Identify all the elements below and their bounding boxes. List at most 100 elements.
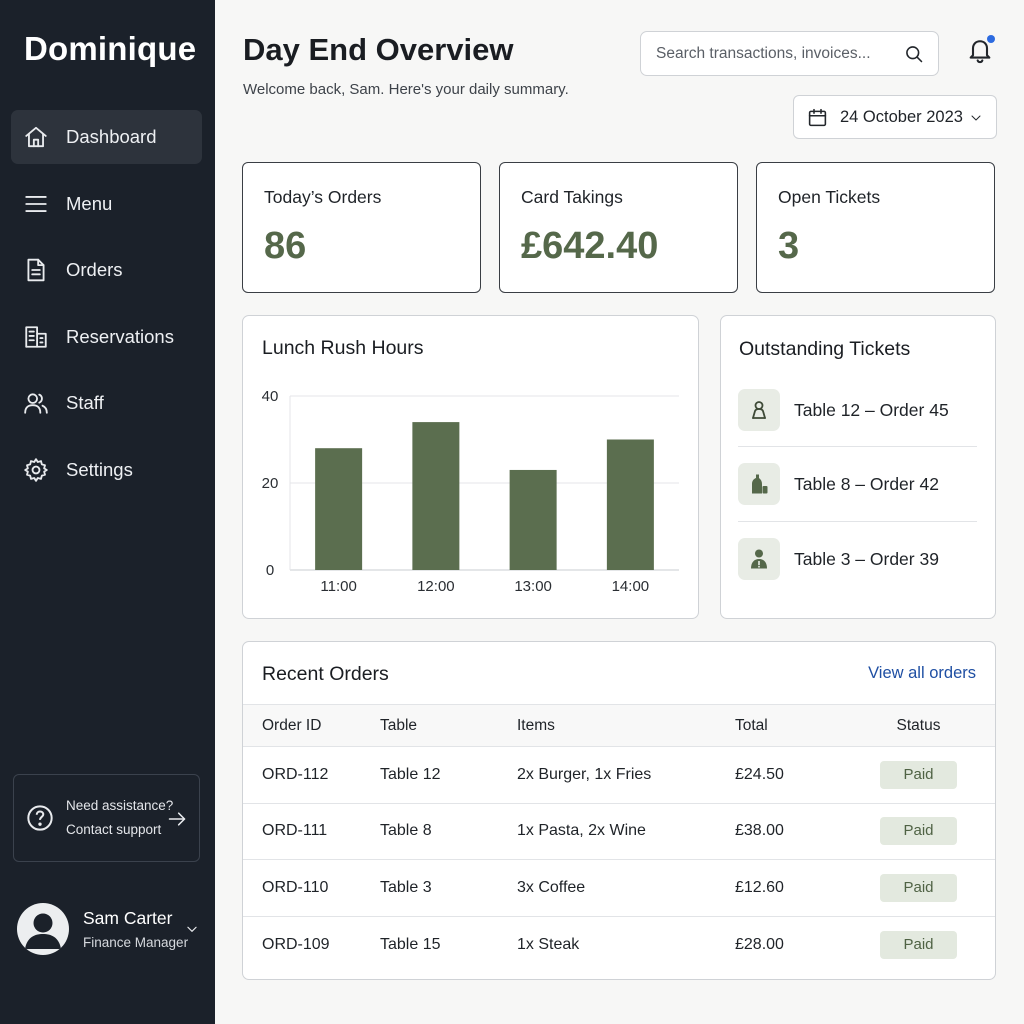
bottle-icon xyxy=(752,474,768,494)
table-row[interactable]: ORD-111 Table 8 1x Pasta, 2x Wine £38.00… xyxy=(243,803,995,860)
kpi-value: 86 xyxy=(264,225,307,267)
x-tick-label: 12:00 xyxy=(417,578,455,595)
sidebar-item-orders[interactable]: Orders xyxy=(11,243,202,297)
ticket-item[interactable]: Table 3 – Order 39 xyxy=(738,522,977,596)
person-alert-icon xyxy=(751,549,767,569)
search-icon[interactable] xyxy=(904,44,924,64)
column-header[interactable]: Status xyxy=(842,705,995,747)
kpi-card-orders: Today’s Orders 86 xyxy=(242,162,481,293)
sidebar-item-settings[interactable]: Settings xyxy=(11,443,202,497)
chevron-down-icon xyxy=(971,115,981,121)
lunch-rush-chart-panel: Lunch Rush Hours 0 20 40 11:00 12:00 13:00 14:… xyxy=(242,315,699,619)
date-picker[interactable]: 24 October 2023 xyxy=(793,95,997,139)
order-items: 2x Burger, 1x Fries xyxy=(517,765,652,783)
order-total: £38.00 xyxy=(735,822,784,840)
user-role: Finance Manager xyxy=(83,935,189,950)
recent-orders-panel: Recent Orders View all orders Order ID T… xyxy=(242,641,996,980)
column-header[interactable]: Order ID xyxy=(243,705,380,747)
menu-icon xyxy=(25,195,47,212)
table-header-row: Order ID Table Items Total Status xyxy=(243,704,995,747)
order-table: Table 8 xyxy=(380,822,432,840)
order-table: Table 12 xyxy=(380,765,441,783)
sidebar-item-label: Menu xyxy=(66,192,113,214)
sidebar-item-label: Settings xyxy=(66,458,133,480)
table-row[interactable]: ORD-110 Table 3 3x Coffee £12.60 Paid xyxy=(243,860,995,917)
sidebar-nav: Dashboard Menu Orders Reservations Staff… xyxy=(11,110,202,509)
column-header[interactable]: Table xyxy=(380,705,517,747)
sidebar-item-dashboard[interactable]: Dashboard xyxy=(11,110,202,164)
column-header[interactable]: Total xyxy=(735,705,842,747)
order-items: 1x Pasta, 2x Wine xyxy=(517,822,646,840)
column-header[interactable]: Items xyxy=(517,705,735,747)
y-tick-label: 20 xyxy=(262,475,279,492)
status-badge: Paid xyxy=(880,817,957,846)
sidebar-item-label: Dashboard xyxy=(66,126,157,147)
ticket-label: Table 12 – Order 45 xyxy=(794,399,949,420)
outstanding-tickets-panel: Outstanding Tickets Table 12 – Order 45 … xyxy=(720,315,996,619)
order-table: Table 3 xyxy=(380,878,432,896)
status-badge: Paid xyxy=(880,760,957,789)
brand-logo[interactable]: Dominique xyxy=(24,30,196,68)
bar xyxy=(315,448,363,570)
avatar xyxy=(17,903,69,955)
kpi-card-open-tickets: Open Tickets 3 xyxy=(756,162,995,293)
page-title: Day End Overview xyxy=(243,32,514,67)
kpi-label: Open Tickets xyxy=(778,187,881,207)
user-info: Sam Carter Finance Manager xyxy=(83,908,188,950)
order-status-cell: Paid xyxy=(842,803,995,860)
table-row[interactable]: ORD-112 Table 12 2x Burger, 1x Fries £24… xyxy=(243,747,995,804)
x-tick-label: 13:00 xyxy=(514,578,552,595)
person-icon xyxy=(752,401,766,419)
order-status-cell: Paid xyxy=(842,860,995,917)
kpi-value: £642.40 xyxy=(521,225,659,267)
ticket-icon-wrap xyxy=(738,389,780,431)
sidebar-item-reservations[interactable]: Reservations xyxy=(11,310,202,364)
user-name: Sam Carter xyxy=(83,908,173,928)
date-value: 24 October 2023 xyxy=(840,107,963,126)
ticket-item[interactable]: Table 12 – Order 45 xyxy=(738,373,977,447)
order-id: ORD-109 xyxy=(262,935,330,953)
order-status-cell: Paid xyxy=(842,916,995,973)
tickets-title: Outstanding Tickets xyxy=(739,338,911,360)
table-row[interactable]: ORD-109 Table 15 1x Steak £28.00 Paid xyxy=(243,916,995,973)
gear-icon xyxy=(24,457,48,482)
help-text: Need assistance? Contact support xyxy=(66,794,173,842)
ticket-label: Table 8 – Order 42 xyxy=(794,473,939,494)
order-total: £12.60 xyxy=(735,878,784,896)
bar xyxy=(606,439,654,570)
home-icon xyxy=(25,126,47,148)
ticket-icon-wrap xyxy=(738,463,780,505)
notification-dot xyxy=(987,35,995,43)
status-badge: Paid xyxy=(880,930,957,959)
sidebar-item-staff[interactable]: Staff xyxy=(11,376,202,430)
view-all-orders-link[interactable]: View all orders xyxy=(868,664,976,683)
kpi-label: Card Takings xyxy=(521,187,623,207)
ticket-item[interactable]: Table 8 – Order 42 xyxy=(738,447,977,521)
help-icon xyxy=(27,805,53,831)
sidebar-item-menu[interactable]: Menu xyxy=(11,177,202,231)
calendar-icon xyxy=(808,108,827,126)
user-profile[interactable]: Sam Carter Finance Manager xyxy=(17,898,207,960)
contact-support-button[interactable]: Need assistance? Contact support xyxy=(13,774,200,862)
arrow-right-icon xyxy=(168,812,186,826)
help-line-1: Need assistance? xyxy=(66,798,174,813)
document-icon xyxy=(27,258,45,282)
chevron-down-icon xyxy=(187,926,197,932)
order-id: ORD-110 xyxy=(262,878,329,896)
y-tick-label: 40 xyxy=(262,388,279,405)
order-id: ORD-111 xyxy=(262,822,328,840)
order-table: Table 15 xyxy=(380,935,441,953)
users-icon xyxy=(24,393,48,414)
help-line-2: Contact support xyxy=(66,822,162,837)
kpi-label: Today’s Orders xyxy=(264,187,382,207)
notifications-button[interactable] xyxy=(966,35,996,68)
bar-chart: 0 20 40 11:00 12:00 13:00 14:00 xyxy=(262,388,679,595)
order-total: £28.00 xyxy=(735,935,784,953)
order-status-cell: Paid xyxy=(842,747,995,804)
kpi-value: 3 xyxy=(778,225,800,267)
search-box xyxy=(640,31,939,76)
orders-table: Order ID Table Items Total Status ORD-11… xyxy=(243,704,995,973)
x-tick-label: 14:00 xyxy=(612,578,650,595)
sidebar-item-label: Orders xyxy=(66,259,123,280)
search-input[interactable] xyxy=(656,44,886,63)
